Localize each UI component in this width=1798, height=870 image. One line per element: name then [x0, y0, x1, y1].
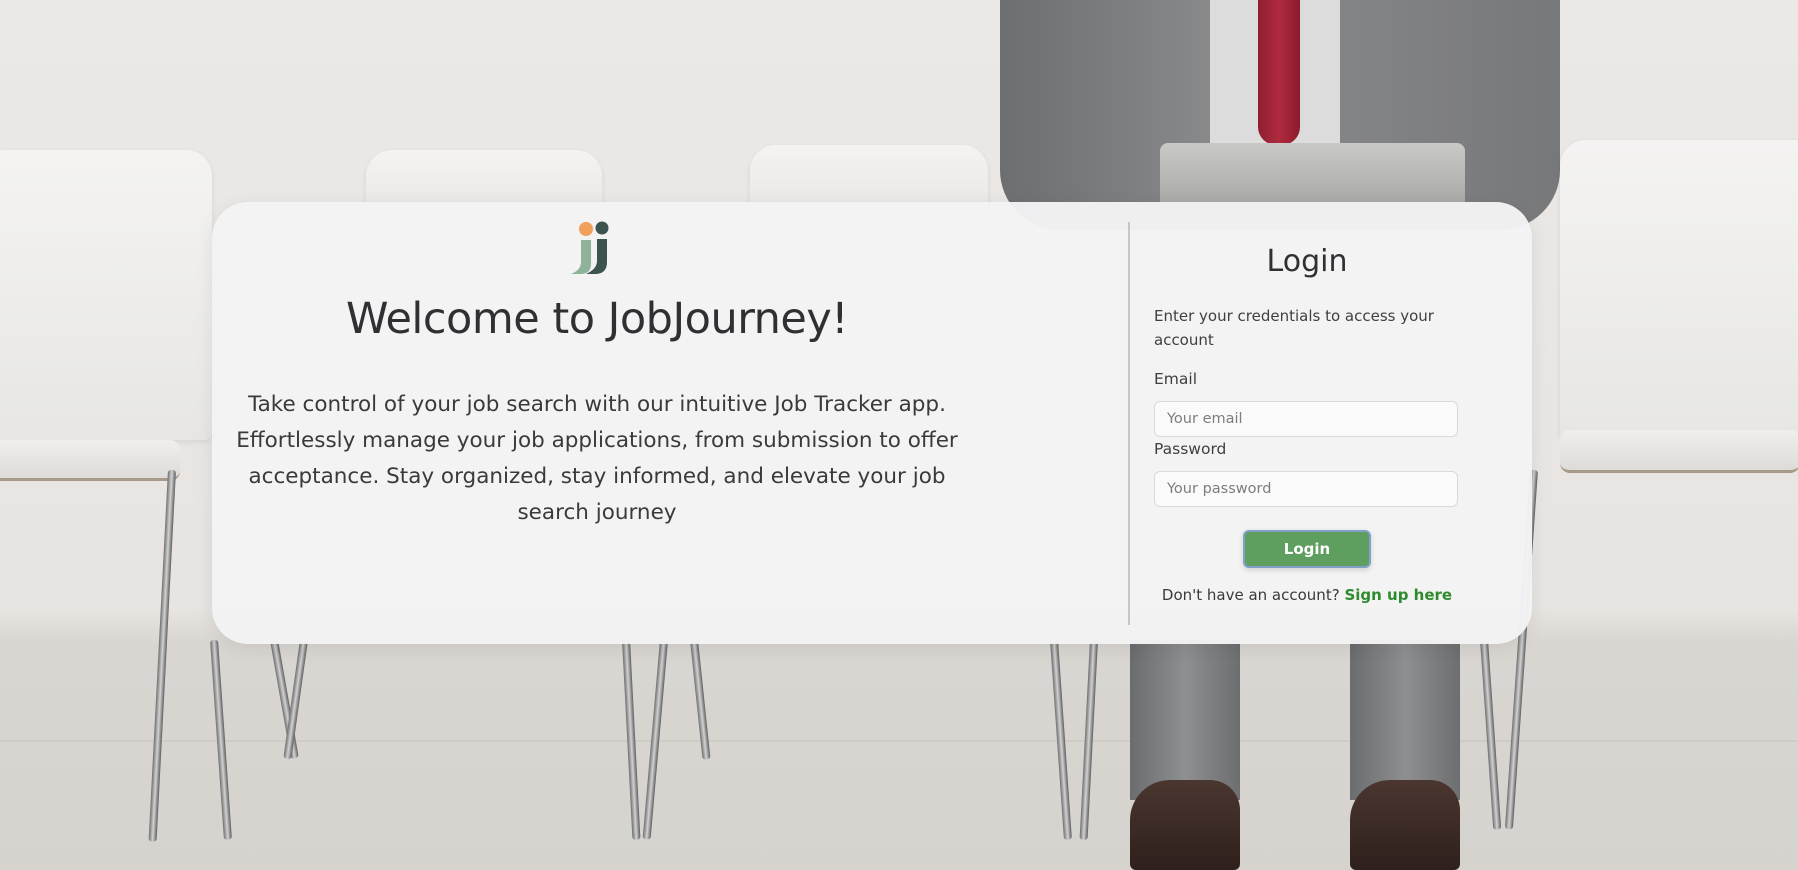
jobjourney-logo-icon [568, 220, 616, 276]
welcome-description: Take control of your job search with our… [236, 392, 958, 525]
password-label: Password [1154, 440, 1227, 458]
laptop [1160, 143, 1465, 203]
chair-back [0, 150, 212, 440]
email-label: Email [1154, 370, 1198, 388]
welcome-title: Welcome to JobJourney! [345, 294, 849, 344]
chair-leg [1480, 639, 1502, 830]
login-title: Login [1266, 244, 1348, 279]
panel-divider [1128, 222, 1130, 625]
welcome-login-card: Welcome to JobJourney! Take control of y… [212, 202, 1532, 644]
chair-seat [1560, 430, 1798, 473]
chair-back [1560, 140, 1798, 440]
person-trousers [1130, 640, 1240, 800]
signup-link[interactable]: Sign up here [1344, 586, 1452, 604]
login-panel: Login Enter your credentials to access y… [1154, 202, 1460, 644]
login-subtitle: Enter your credentials to access your ac… [1154, 307, 1434, 349]
welcome-panel: Welcome to JobJourney! Take control of y… [212, 202, 1128, 644]
login-button[interactable]: Login [1243, 530, 1371, 568]
password-field[interactable] [1154, 471, 1458, 507]
person-trousers [1350, 640, 1460, 800]
signup-prompt-text: Don't have an account? [1161, 586, 1340, 604]
chair-leg [148, 469, 176, 842]
floor [0, 740, 1798, 742]
person-shoe [1350, 780, 1460, 870]
chair-seat [0, 440, 180, 481]
email-field[interactable] [1154, 401, 1458, 437]
person-shoe [1130, 780, 1240, 870]
signup-prompt: Don't have an account? Sign up here [1154, 586, 1460, 604]
person-tie [1258, 0, 1300, 145]
